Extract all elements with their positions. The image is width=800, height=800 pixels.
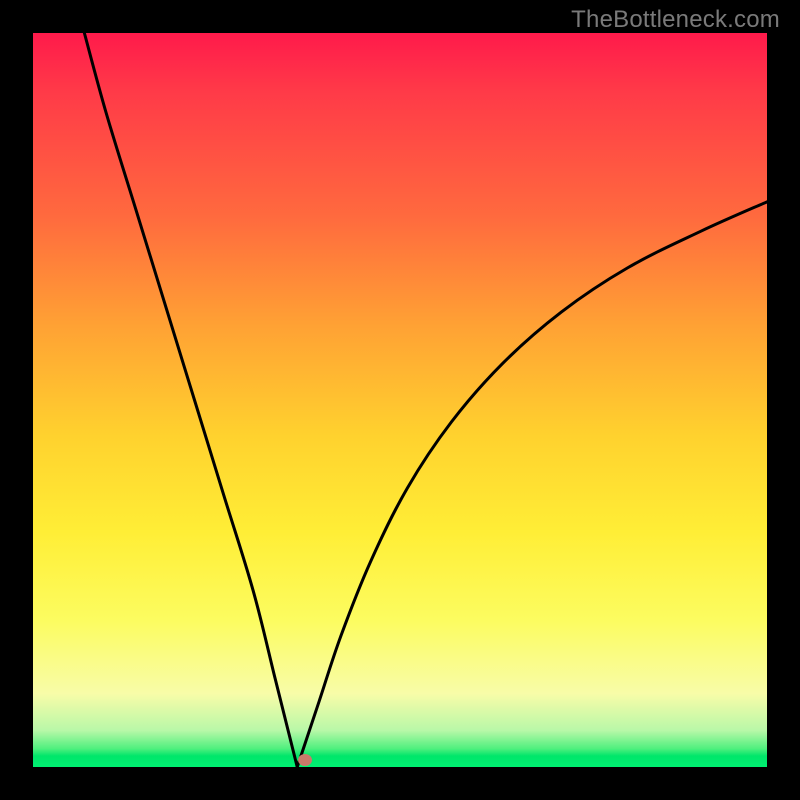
bottleneck-curve xyxy=(33,33,767,767)
curve-left-branch xyxy=(84,33,297,767)
curve-right-branch xyxy=(297,202,767,767)
plot-area xyxy=(33,33,767,767)
vertex-marker xyxy=(298,754,312,766)
chart-frame: TheBottleneck.com xyxy=(0,0,800,800)
watermark-text: TheBottleneck.com xyxy=(571,6,780,34)
